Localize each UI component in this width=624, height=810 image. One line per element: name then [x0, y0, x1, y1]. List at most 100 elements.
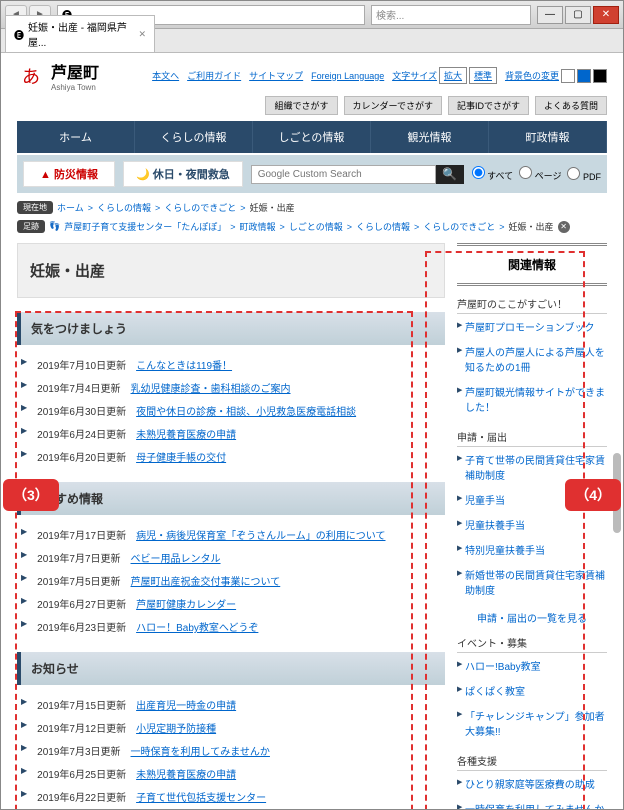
bullet-icon: ▶: [21, 449, 27, 458]
browser-search[interactable]: 検索...: [371, 5, 531, 25]
sub-button[interactable]: よくある質問: [535, 96, 607, 115]
sidebar-link[interactable]: ぱくぱく教室: [457, 678, 607, 703]
item-date: 2019年7月17日更新: [37, 527, 126, 542]
breadcrumb-link[interactable]: くらしの情報: [356, 220, 410, 233]
sub-button[interactable]: カレンダーでさがす: [344, 96, 442, 115]
maximize-button[interactable]: ▢: [565, 6, 591, 24]
sidebar-link[interactable]: 芦屋人の芦屋人による芦屋人を知るための1冊: [457, 339, 607, 379]
sidebar-link[interactable]: 特別児童扶養手当: [457, 537, 607, 562]
sidebar-group-label: 申請・届出: [457, 429, 607, 447]
sidebar-link[interactable]: 芦屋町観光情報サイトができました！: [457, 379, 607, 419]
item-link[interactable]: 一時保育を利用してみませんか: [131, 743, 270, 758]
sub-button[interactable]: 記事IDでさがす: [448, 96, 529, 115]
sidebar-link[interactable]: ひとり親家庭等医療費の助成: [457, 771, 607, 796]
night-button[interactable]: 🌙 休日・夜間救急: [123, 161, 243, 187]
alert-button[interactable]: ▲ 防災情報: [23, 161, 115, 187]
nav-item[interactable]: しごとの情報: [253, 121, 371, 153]
top-link[interactable]: 本文へ: [152, 69, 179, 82]
item-date: 2019年6月22日更新: [37, 789, 126, 804]
sidebar-group-label: 各種支援: [457, 753, 607, 771]
section-header: 気をつけましょう: [17, 312, 445, 345]
item-date: 2019年7月5日更新: [37, 573, 120, 588]
nav-item[interactable]: 町政情報: [489, 121, 607, 153]
radio-ページ[interactable]: ページ: [519, 166, 561, 182]
nav-item[interactable]: 観光情報: [371, 121, 489, 153]
item-link[interactable]: 夜間や休日の診療・相談、小児救急医療電話相談: [136, 403, 356, 418]
close-button[interactable]: ✕: [593, 6, 619, 24]
item-link[interactable]: 出産育児一時金の申請: [136, 697, 236, 712]
breadcrumb-close[interactable]: ✕: [558, 221, 570, 233]
browser-window: ◄ ► 🅔 検索... — ▢ ✕ 🅔 妊娠・出産 - 福岡県芦屋... ✕ あ…: [0, 0, 624, 810]
breadcrumb-link[interactable]: くらしのできごと: [164, 201, 236, 214]
site-header: あ 芦屋町 Ashiya Town 本文へご利用ガイドサイトマップ Foreign…: [17, 59, 607, 92]
section-header: おすすめ情報: [17, 482, 445, 515]
item-link[interactable]: 芦屋町健康カレンダー: [136, 596, 236, 611]
radio-すべて[interactable]: すべて: [472, 166, 514, 182]
sidebar-link[interactable]: ハロー!Baby教室: [457, 653, 607, 678]
search-input[interactable]: [251, 165, 436, 184]
item-link[interactable]: 乳幼児健康診査・歯科相談のご案内: [131, 380, 291, 395]
radio-PDF[interactable]: PDF: [567, 167, 601, 182]
sidebar-more-link[interactable]: 申請・届出の一覧を見る: [457, 610, 607, 625]
item-link[interactable]: 未熟児養育医療の申請: [136, 426, 236, 441]
list-item: ▶2019年6月24日更新未熟児養育医療の申請: [17, 422, 445, 445]
bgcolor-button[interactable]: [593, 69, 607, 83]
sidebar-link[interactable]: 一時保育を利用してみませんか: [457, 796, 607, 810]
browser-tab[interactable]: 🅔 妊娠・出産 - 福岡県芦屋... ✕: [5, 15, 155, 52]
item-link[interactable]: 子育て世代包括支援センター: [136, 789, 266, 804]
item-link[interactable]: ベビー用品レンタル: [131, 550, 221, 565]
breadcrumb-link[interactable]: 町政情報: [240, 220, 276, 233]
bullet-icon: ▶: [21, 573, 27, 582]
item-link[interactable]: 未熟児養育医療の申請: [136, 766, 236, 781]
item-date: 2019年7月7日更新: [37, 550, 120, 565]
item-date: 2019年6月23日更新: [37, 619, 126, 634]
sub-button[interactable]: 組織でさがす: [265, 96, 337, 115]
item-date: 2019年6月24日更新: [37, 426, 126, 441]
tab-title: 妊娠・出産 - 福岡県芦屋...: [28, 19, 130, 49]
top-link[interactable]: ご利用ガイド: [187, 69, 241, 82]
second-bar: ▲ 防災情報 🌙 休日・夜間救急 🔍 すべて ページ PDF: [17, 155, 607, 193]
sidebar-link[interactable]: 芦屋町プロモーションブック: [457, 314, 607, 339]
bullet-icon: ▶: [21, 720, 27, 729]
item-link[interactable]: 母子健康手帳の交付: [136, 449, 226, 464]
list-item: ▶2019年6月25日更新未熟児養育医療の申請: [17, 762, 445, 785]
item-link[interactable]: 病児・病後児保育室「ぞうさんルーム」の利用について: [136, 527, 385, 542]
top-link[interactable]: Foreign Language: [311, 71, 384, 81]
breadcrumb-link[interactable]: 芦屋町子育て支援センター「たんぽぽ」: [64, 220, 226, 233]
item-link[interactable]: ハロー！Baby教室へどうぞ: [136, 619, 258, 634]
top-link[interactable]: サイトマップ: [249, 69, 303, 82]
window-buttons: — ▢ ✕: [537, 6, 619, 24]
list-item: ▶2019年6月30日更新夜間や休日の診療・相談、小児救急医療電話相談: [17, 399, 445, 422]
page-title: 妊娠・出産: [17, 243, 445, 298]
list-item: ▶2019年7月17日更新病児・病後児保育室「ぞうさんルーム」の利用について: [17, 523, 445, 546]
fontsize-button[interactable]: 拡大: [439, 67, 467, 84]
logo-mark: あ: [17, 62, 45, 90]
breadcrumb-link[interactable]: しごとの情報: [289, 220, 343, 233]
bgcolor-button[interactable]: [561, 69, 575, 83]
item-link[interactable]: こんなときは119番！: [136, 357, 232, 372]
fontsize-button[interactable]: 標準: [469, 67, 497, 84]
item-date: 2019年6月25日更新: [37, 766, 126, 781]
breadcrumb-link[interactable]: くらしの情報: [97, 201, 151, 214]
nav-item[interactable]: くらしの情報: [135, 121, 253, 153]
sidebar-link[interactable]: 「チャレンジキャンプ」参加者大募集!!: [457, 703, 607, 743]
breadcrumb-history: 足跡 👣 芦屋町子育て支援センター「たんぽぽ」 > 町政情報 > しごとの情報 …: [17, 220, 607, 233]
item-date: 2019年6月20日更新: [37, 449, 126, 464]
search-button[interactable]: 🔍: [436, 165, 464, 184]
tab-close-icon[interactable]: ✕: [138, 29, 146, 40]
logo[interactable]: あ 芦屋町 Ashiya Town: [17, 59, 99, 92]
sidebar-link[interactable]: 児童扶養手当: [457, 512, 607, 537]
item-link[interactable]: 小児定期予防接種: [136, 720, 216, 735]
list-item: ▶2019年6月23日更新ハロー！Baby教室へどうぞ: [17, 615, 445, 638]
breadcrumb-link[interactable]: くらしのできごと: [423, 220, 495, 233]
minimize-button[interactable]: —: [537, 6, 563, 24]
sidebar-link[interactable]: 新婚世帯の民間賃貸住宅家賃補助制度: [457, 562, 607, 602]
bullet-icon: ▶: [21, 403, 27, 412]
item-link[interactable]: 芦屋町出産祝金交付事業について: [131, 573, 281, 588]
sidebar-group-label: イベント・募集: [457, 635, 607, 653]
nav-item[interactable]: ホーム: [17, 121, 135, 153]
bgcolor-button[interactable]: [577, 69, 591, 83]
callout-4: （4）: [565, 479, 621, 511]
breadcrumb-link[interactable]: ホーム: [57, 201, 84, 214]
item-date: 2019年7月12日更新: [37, 720, 126, 735]
